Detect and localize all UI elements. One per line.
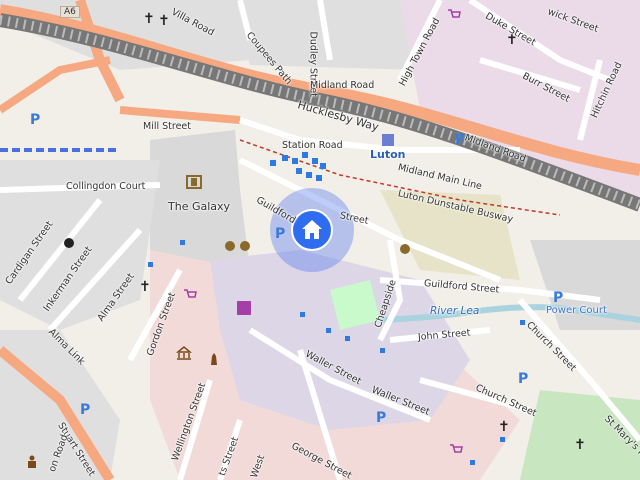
place-label-the-galaxy: The Galaxy: [168, 200, 231, 213]
road-label-midland-road: Midland Road: [310, 80, 375, 91]
place-label-power-court: Power Court: [546, 305, 607, 316]
map-canvas[interactable]: ✝ ✝ ✝ ✝ ✝ ✝ P P P P P P P A6 Villa Road …: [0, 0, 640, 480]
shopping-cart-icon: [448, 9, 461, 18]
parking-icon: P: [275, 226, 286, 242]
parking-icon: P: [376, 410, 387, 426]
road-label-collingdon-court: Collingdon Court: [66, 181, 146, 192]
parking-icon: P: [518, 371, 529, 387]
water-label-river-lea: River Lea: [430, 305, 480, 317]
memorial-icon: [211, 353, 217, 365]
church-icon: ✝: [158, 13, 170, 29]
station-icon: [382, 134, 394, 146]
road-label-a6: A6: [60, 6, 80, 18]
theatre-icon: [240, 241, 250, 251]
theatre-icon: [225, 241, 235, 251]
place-of-worship-icon: [64, 238, 74, 248]
road-label-station-road: Station Road: [282, 140, 343, 151]
church-icon: ✝: [143, 11, 155, 27]
parking-icon: P: [30, 112, 41, 128]
person-icon: [28, 455, 36, 468]
road-label-mill-street: Mill Street: [143, 121, 192, 132]
station-label-luton: Luton: [370, 148, 406, 161]
shopping-cart-icon: [184, 289, 197, 298]
church-icon: ✝: [139, 279, 151, 295]
home-icon: [302, 220, 322, 239]
church-icon: ✝: [574, 437, 586, 453]
museum-icon: [176, 346, 192, 360]
location-pin[interactable]: [291, 209, 333, 251]
shop-icon: [237, 301, 251, 315]
church-icon: ✝: [498, 419, 510, 435]
cinema-icon: [186, 175, 202, 189]
parking-icon: P: [80, 402, 91, 418]
theatre-icon: [400, 244, 410, 254]
shopping-cart-icon: [450, 444, 463, 453]
parking-icon: P: [553, 290, 564, 306]
